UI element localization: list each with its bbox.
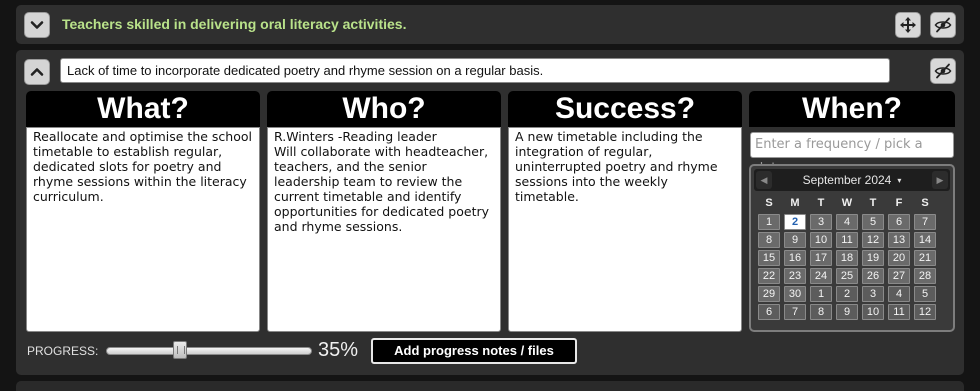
- calendar-day[interactable]: 18: [836, 250, 858, 266]
- frequency-input[interactable]: Enter a frequency / pick a date:: [750, 132, 954, 176]
- when-column: When? Enter a frequency / pick a date: ◀…: [749, 91, 955, 332]
- calendar-day[interactable]: 5: [862, 214, 884, 230]
- calendar-day[interactable]: 12: [914, 304, 936, 320]
- what-heading: What?: [26, 91, 260, 127]
- eye-slash-icon: [934, 63, 952, 79]
- calendar-day[interactable]: 12: [862, 232, 884, 248]
- chevron-up-icon: [30, 68, 44, 76]
- calendar-day[interactable]: 10: [862, 304, 884, 320]
- calendar-day[interactable]: 1: [758, 214, 780, 230]
- weekday-label: F: [895, 197, 903, 209]
- calendar-day[interactable]: 22: [758, 268, 780, 284]
- month-label[interactable]: September 2024: [803, 173, 892, 187]
- calendar-day[interactable]: 3: [810, 214, 832, 230]
- calendar-day[interactable]: 4: [888, 286, 910, 302]
- objective-title: Teachers skilled in delivering oral lite…: [62, 16, 407, 32]
- issue-field[interactable]: Lack of time to incorporate dedicated po…: [60, 58, 890, 83]
- calendar-day[interactable]: 21: [914, 250, 936, 266]
- calendar-day[interactable]: 8: [810, 304, 832, 320]
- chevron-right-icon: ▶: [936, 174, 944, 185]
- next-month-button[interactable]: ▶: [932, 171, 948, 189]
- calendar-day[interactable]: 14: [914, 232, 936, 248]
- calendar-day[interactable]: 28: [914, 268, 936, 284]
- calendar-day[interactable]: 13: [888, 232, 910, 248]
- calendar-day[interactable]: 24: [810, 268, 832, 284]
- when-heading: When?: [749, 91, 955, 127]
- calendar-day[interactable]: 2: [784, 214, 806, 230]
- calendar-day[interactable]: 11: [888, 304, 910, 320]
- next-panel: [16, 381, 964, 391]
- what-textarea[interactable]: Reallocate and optimise the school timet…: [26, 127, 260, 332]
- calendar-day[interactable]: 26: [862, 268, 884, 284]
- calendar-day[interactable]: 9: [784, 232, 806, 248]
- calendar-header: ◀ September 2024 ▾ ▶: [754, 169, 950, 191]
- calendar-day[interactable]: 16: [784, 250, 806, 266]
- progress-value: 35%: [318, 339, 359, 361]
- progress-slider-track[interactable]: [106, 347, 312, 355]
- success-column: Success? A new timetable including the i…: [508, 91, 742, 332]
- weekday-label: M: [790, 197, 800, 209]
- who-textarea[interactable]: R.Winters -Reading leader Will collabora…: [267, 127, 501, 332]
- move-arrows-icon: [900, 17, 916, 33]
- weekday-label: T: [869, 197, 877, 209]
- hide-objective-button[interactable]: [930, 12, 956, 38]
- prev-month-button[interactable]: ◀: [756, 171, 772, 189]
- calendar-day[interactable]: 5: [914, 286, 936, 302]
- calendar-day[interactable]: 7: [914, 214, 936, 230]
- calendar-day[interactable]: 19: [862, 250, 884, 266]
- chevron-down-icon: [30, 21, 44, 29]
- weekday-label: S: [765, 197, 773, 209]
- eye-slash-icon: [934, 17, 952, 33]
- collapse-section-button[interactable]: [24, 12, 50, 38]
- expand-section-button[interactable]: [24, 59, 50, 85]
- progress-label: PROGRESS:: [27, 344, 99, 358]
- calendar-day[interactable]: 3: [862, 286, 884, 302]
- calendar-day[interactable]: 11: [836, 232, 858, 248]
- who-column: Who? R.Winters -Reading leader Will coll…: [267, 91, 501, 332]
- calendar-day[interactable]: 7: [784, 304, 806, 320]
- progress-slider-handle[interactable]: [173, 341, 188, 359]
- calendar-day[interactable]: 4: [836, 214, 858, 230]
- calendar-day[interactable]: 20: [888, 250, 910, 266]
- calendar-day[interactable]: 6: [888, 214, 910, 230]
- success-textarea[interactable]: A new timetable including the integratio…: [508, 127, 742, 332]
- calendar-day[interactable]: 2: [836, 286, 858, 302]
- weekday-label: W: [841, 197, 853, 209]
- weekday-label: S: [921, 197, 929, 209]
- calendar-day[interactable]: 15: [758, 250, 780, 266]
- calendar-day[interactable]: 8: [758, 232, 780, 248]
- calendar-grid: S M T W T F S 1 2 3 4 5 6 7 8 9 10 11 12 13 14 15 16 17 18 19 20 21…: [758, 196, 950, 320]
- calendar-day[interactable]: 6: [758, 304, 780, 320]
- who-heading: Who?: [267, 91, 501, 127]
- hide-issue-button[interactable]: [930, 58, 956, 84]
- what-column: What? Reallocate and optimise the school…: [26, 91, 260, 332]
- calendar-day[interactable]: 23: [784, 268, 806, 284]
- calendar-day[interactable]: 30: [784, 286, 806, 302]
- success-heading: Success?: [508, 91, 742, 127]
- calendar-day[interactable]: 9: [836, 304, 858, 320]
- calendar-day[interactable]: 1: [810, 286, 832, 302]
- calendar-day[interactable]: 29: [758, 286, 780, 302]
- weekday-label: T: [817, 197, 825, 209]
- move-button[interactable]: [895, 12, 921, 38]
- calendar-day[interactable]: 17: [810, 250, 832, 266]
- date-picker: ◀ September 2024 ▾ ▶ S M T W T F S 1 2 3 4 5 6 7 8 9 10 1…: [749, 164, 955, 332]
- add-progress-notes-button[interactable]: Add progress notes / files: [371, 338, 577, 364]
- calendar-day[interactable]: 25: [836, 268, 858, 284]
- calendar-day[interactable]: 10: [810, 232, 832, 248]
- chevron-left-icon: ◀: [760, 174, 768, 185]
- calendar-day[interactable]: 27: [888, 268, 910, 284]
- caret-down-icon[interactable]: ▾: [897, 176, 901, 185]
